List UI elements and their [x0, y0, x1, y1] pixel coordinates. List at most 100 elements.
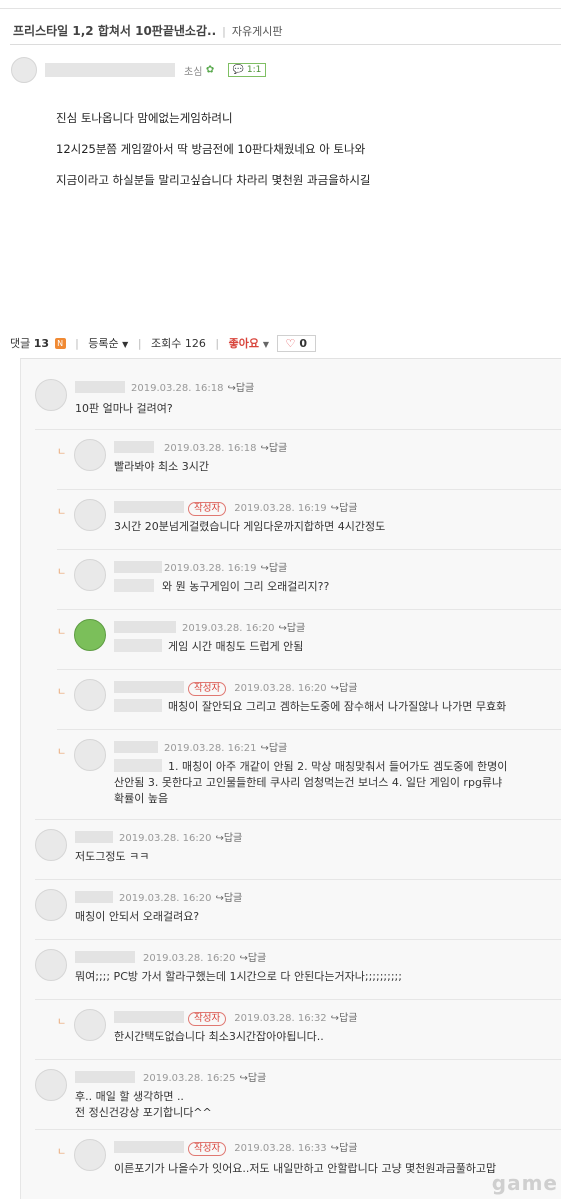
like-dropdown[interactable]: 좋아요 ▼ — [229, 337, 269, 350]
comment-text: 와 뭔 농구게임이 그리 오래걸리지?? — [162, 580, 330, 593]
author-name-blurred[interactable] — [44, 63, 175, 77]
commenter-name-blurred[interactable] — [114, 741, 158, 753]
mention-blurred — [114, 579, 154, 592]
commenter-avatar[interactable] — [74, 679, 106, 711]
sort-label: 등록순 — [88, 337, 119, 350]
comment-divider — [35, 1059, 561, 1060]
commenter-name-blurred[interactable] — [114, 1141, 184, 1153]
commenter-name-blurred[interactable] — [114, 681, 184, 693]
commenter-avatar[interactable] — [74, 499, 106, 531]
comment-divider — [35, 429, 561, 430]
sort-dropdown[interactable]: 등록순 ▼ — [88, 337, 128, 350]
header-divider — [10, 44, 561, 45]
comment-time: 2019.03.28. 16:20 — [234, 683, 327, 694]
comment-time: 2019.03.28. 16:21 — [164, 743, 257, 754]
comment-text: 3시간 20분넘게걸렸습니다 게임다운까지합하면 4시간정도 — [114, 520, 386, 533]
comment-divider — [35, 939, 561, 940]
body-line: 지금이라고 하실분들 말리고싶습니다 차라리 몇천원 과금을하시길 — [56, 173, 371, 187]
commenter-name-blurred[interactable] — [114, 1011, 184, 1023]
reply-arrow-icon: ㄴ — [57, 447, 67, 458]
commenter-name-blurred[interactable] — [114, 561, 162, 573]
commenter-avatar[interactable] — [35, 829, 67, 861]
comment-time: 2019.03.28. 16:20 — [182, 623, 275, 634]
reply-button[interactable]: ↪답글 — [331, 503, 358, 514]
reply-label: 답글 — [339, 1013, 358, 1024]
commenter-name-blurred[interactable] — [75, 1071, 135, 1083]
stats-separator: | — [215, 337, 220, 350]
reply-label: 답글 — [223, 893, 243, 904]
comment-text: 빨라봐야 최소 3시간 — [114, 460, 209, 473]
commenter-name-blurred[interactable] — [75, 891, 113, 903]
sprout-icon: ✿ — [205, 64, 215, 76]
comment-divider — [35, 999, 561, 1000]
reply-button[interactable]: ↪답글 — [227, 383, 254, 394]
comment-text: 게임 시간 매칭도 드럽게 안됨 — [168, 640, 304, 653]
reply-label: 답글 — [247, 1073, 267, 1084]
comment-text-line: 전 정신건강상 포기합니다^^ — [75, 1106, 212, 1119]
reply-label: 답글 — [339, 683, 358, 694]
comment-text: 이른포기가 나을수가 잇어요..저도 내일만하고 안할랍니다 고냥 몇천원과금풀… — [114, 1162, 497, 1175]
reply-label: 답글 — [268, 563, 288, 574]
reply-button[interactable]: ↪답글 — [215, 893, 242, 904]
reply-button[interactable]: ↪답글 — [260, 743, 287, 754]
author-avatar[interactable] — [11, 57, 37, 83]
comment-divider — [57, 729, 561, 730]
reply-button[interactable]: ↪답글 — [239, 953, 266, 964]
comment-divider — [57, 489, 561, 490]
commenter-name-blurred[interactable] — [114, 501, 184, 513]
post-stats-bar: 댓글 13 N | 등록순 ▼ | 조회수 126 | 좋아요 ▼ ♡ 0 — [10, 335, 317, 352]
comment-time: 2019.03.28. 16:20 — [119, 893, 212, 904]
comment-divider — [35, 1129, 561, 1130]
reply-label: 답글 — [223, 833, 243, 844]
caret-down-icon: ▼ — [122, 340, 129, 349]
commenter-avatar[interactable] — [35, 1069, 67, 1101]
commenter-avatar[interactable] — [35, 889, 67, 921]
mention-blurred — [114, 699, 162, 712]
commenter-avatar[interactable] — [74, 619, 106, 651]
reply-button[interactable]: ↪답글 — [331, 1013, 358, 1024]
comment-time: 2019.03.28. 16:19 — [164, 563, 257, 574]
commenter-avatar[interactable] — [74, 1009, 106, 1041]
author-badge: 작성자 — [188, 682, 227, 696]
commenter-name-blurred[interactable] — [75, 951, 135, 963]
comment-text-line: 확률이 높음 — [114, 792, 169, 805]
like-label: 좋아요 — [228, 337, 259, 350]
like-count: 0 — [299, 337, 308, 350]
chat-button[interactable]: 💬 1:1 — [227, 63, 267, 77]
reply-button[interactable]: ↪답글 — [278, 623, 305, 634]
reply-button[interactable]: ↪답글 — [260, 563, 287, 574]
board-link[interactable]: 자유게시판 — [232, 25, 283, 38]
chat-icon: 💬 — [232, 65, 245, 75]
reply-label: 답글 — [268, 743, 288, 754]
commenter-name-blurred[interactable] — [75, 381, 125, 393]
commenter-avatar[interactable] — [74, 1139, 106, 1171]
comment-time: 2019.03.28. 16:18 — [164, 443, 257, 454]
mention-blurred — [114, 759, 162, 772]
comment-text: 뭐여;;;; PC방 가서 할라구했는데 1시간으로 다 안된다는거자나;;;;… — [75, 970, 402, 983]
reply-arrow-icon: ㄴ — [57, 747, 67, 758]
comment-text: 매칭이 안되서 오래걸려요? — [75, 910, 200, 923]
like-button[interactable]: ♡ 0 — [276, 335, 317, 352]
comment-text-line: 1. 매칭이 아주 개같이 안됨 2. 막상 매칭맞춰서 들어가도 겜도중에 한… — [168, 760, 508, 773]
author-badge: 작성자 — [188, 502, 227, 516]
reply-button[interactable]: ↪답글 — [331, 683, 358, 694]
commenter-name-blurred[interactable] — [75, 831, 113, 843]
comment-list: 2019.03.28. 16:18 ↪답글 10판 얼마나 걸려여? ㄴ 2019… — [20, 358, 561, 1199]
comment-time: 2019.03.28. 16:20 — [143, 953, 236, 964]
reply-button[interactable]: ↪답글 — [260, 443, 287, 454]
commenter-avatar[interactable] — [74, 439, 106, 471]
commenter-avatar[interactable] — [74, 559, 106, 591]
commenter-name-blurred[interactable] — [114, 441, 154, 453]
reply-button[interactable]: ↪답글 — [331, 1143, 358, 1154]
commenter-avatar[interactable] — [35, 949, 67, 981]
commenter-name-blurred[interactable] — [114, 621, 176, 633]
author-badge: 작성자 — [188, 1142, 227, 1156]
comments-count: 13 — [33, 337, 50, 350]
body-line: 12시25분쯤 게임깔아서 딱 방금전에 10판다채웠네요 아 토나와 — [56, 142, 366, 156]
reply-button[interactable]: ↪답글 — [239, 1073, 266, 1084]
comment-divider — [57, 549, 561, 550]
reply-button[interactable]: ↪답글 — [215, 833, 242, 844]
commenter-avatar[interactable] — [35, 379, 67, 411]
commenter-avatar[interactable] — [74, 739, 106, 771]
comment-divider — [35, 819, 561, 820]
